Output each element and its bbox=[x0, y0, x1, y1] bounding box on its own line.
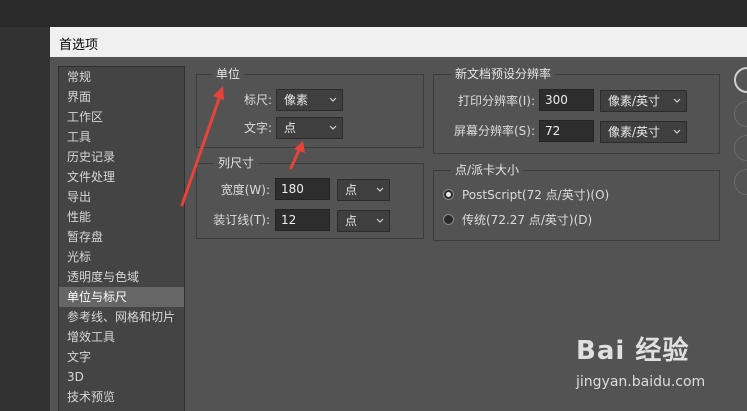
column-width-value: 180 bbox=[281, 182, 304, 196]
traditional-label[interactable]: 传统(72.27 点/英寸)(D) bbox=[462, 213, 592, 227]
screen-resolution-unit-value: 像素/英寸 bbox=[608, 125, 661, 139]
postscript-radio[interactable] bbox=[443, 189, 454, 200]
screen-resolution-input[interactable]: 72 bbox=[539, 120, 594, 142]
print-resolution-unit-dropdown[interactable]: 像素/英寸 bbox=[600, 90, 687, 112]
chevron-down-icon bbox=[329, 125, 337, 130]
sidebar-item-3d[interactable]: 3D bbox=[59, 367, 184, 387]
sidebar-item-scratch-disks[interactable]: 暂存盘 bbox=[59, 227, 184, 247]
column-width-unit-dropdown[interactable]: 点 bbox=[337, 179, 390, 201]
type-label: 文字: bbox=[243, 121, 272, 135]
chevron-down-icon bbox=[376, 187, 384, 192]
point-pica-group bbox=[433, 170, 720, 241]
watermark-url: jingyan.baidu.com bbox=[576, 374, 706, 390]
sidebar-item-type[interactable]: 文字 bbox=[59, 347, 184, 367]
dialog-title: 首选项 bbox=[59, 38, 99, 53]
print-resolution-input[interactable]: 300 bbox=[539, 89, 594, 111]
sidebar-item-cursors[interactable]: 光标 bbox=[59, 247, 184, 267]
new-doc-resolution-title: 新文档预设分辨率 bbox=[451, 67, 556, 81]
sidebar-item-tech-preview[interactable]: 技术预览 bbox=[59, 387, 184, 407]
ruler-unit-value: 像素 bbox=[284, 93, 309, 107]
screen-resolution-value: 72 bbox=[545, 124, 561, 138]
sidebar-item-interface[interactable]: 界面 bbox=[59, 87, 184, 107]
sidebar-item-workspace[interactable]: 工作区 bbox=[59, 107, 184, 127]
baidu-watermark: Bai 经验 jingyan.baidu.com bbox=[576, 328, 741, 403]
app-background-left bbox=[0, 27, 50, 411]
column-width-label: 宽度(W): bbox=[220, 183, 270, 197]
sidebar-item-file-handling[interactable]: 文件处理 bbox=[59, 167, 184, 187]
column-width-unit-value: 点 bbox=[345, 183, 358, 197]
watermark-brand: Bai 经验 bbox=[576, 336, 690, 366]
sidebar-item-export[interactable]: 导出 bbox=[59, 187, 184, 207]
screen-resolution-unit-dropdown[interactable]: 像素/英寸 bbox=[600, 121, 687, 143]
type-unit-dropdown[interactable]: 点 bbox=[276, 117, 343, 139]
chevron-down-icon bbox=[329, 97, 337, 102]
chevron-down-icon bbox=[673, 98, 681, 103]
point-pica-title: 点/派卡大小 bbox=[451, 163, 524, 177]
traditional-radio[interactable] bbox=[443, 214, 454, 225]
chevron-down-icon bbox=[673, 129, 681, 134]
gutter-unit-dropdown[interactable]: 点 bbox=[337, 210, 390, 232]
dialog-titlebar: 首选项 bbox=[50, 27, 747, 57]
app-background bbox=[0, 0, 747, 27]
sidebar-item-transparency[interactable]: 透明度与色域 bbox=[59, 267, 184, 287]
preferences-sidebar: 常规 界面 工作区 工具 历史记录 文件处理 导出 性能 暂存盘 光标 透明度与… bbox=[58, 66, 185, 411]
ruler-label: 标尺: bbox=[243, 93, 272, 107]
sidebar-item-general[interactable]: 常规 bbox=[59, 67, 184, 87]
gutter-unit-value: 点 bbox=[345, 214, 358, 228]
sidebar-item-plugins[interactable]: 增效工具 bbox=[59, 327, 184, 347]
column-size-group-title: 列尺寸 bbox=[214, 156, 259, 170]
sidebar-item-tools[interactable]: 工具 bbox=[59, 127, 184, 147]
gutter-input[interactable]: 12 bbox=[275, 209, 330, 231]
gutter-value: 12 bbox=[281, 213, 297, 227]
sidebar-item-guides-grid[interactable]: 参考线、网格和切片 bbox=[59, 307, 184, 327]
ruler-unit-dropdown[interactable]: 像素 bbox=[276, 89, 343, 111]
column-width-input[interactable]: 180 bbox=[275, 178, 330, 200]
sidebar-item-performance[interactable]: 性能 bbox=[59, 207, 184, 227]
print-resolution-label: 打印分辨率(I): bbox=[458, 94, 535, 108]
gutter-label: 装订线(T): bbox=[213, 213, 270, 227]
sidebar-item-units-rulers[interactable]: 单位与标尺 bbox=[59, 287, 184, 307]
postscript-label[interactable]: PostScript(72 点/英寸)(O) bbox=[462, 188, 609, 202]
units-group-title: 单位 bbox=[212, 67, 245, 81]
print-resolution-unit-value: 像素/英寸 bbox=[608, 94, 661, 108]
print-resolution-value: 300 bbox=[545, 93, 568, 107]
sidebar-item-history[interactable]: 历史记录 bbox=[59, 147, 184, 167]
screen-resolution-label: 屏幕分辨率(S): bbox=[453, 124, 535, 138]
chevron-down-icon bbox=[376, 218, 384, 223]
type-unit-value: 点 bbox=[284, 121, 297, 135]
